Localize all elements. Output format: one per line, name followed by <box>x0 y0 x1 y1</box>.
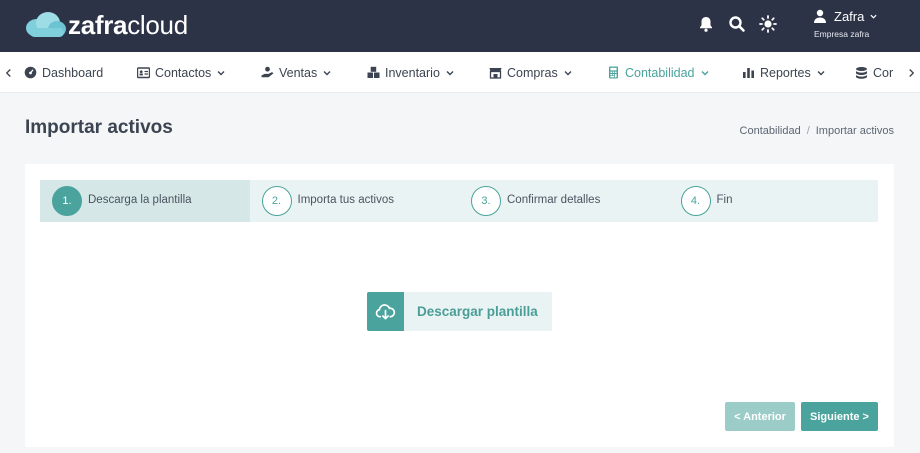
nav-item-label: Cor <box>873 65 894 80</box>
step-label: Confirmar detalles <box>507 194 601 206</box>
nav-item-label: Inventario <box>385 65 440 80</box>
step-number-badge: 2. <box>261 186 292 216</box>
download-template-label: Descargar plantilla <box>417 304 538 319</box>
nav-item-label: Contactos <box>155 65 212 80</box>
download-template-button[interactable]: Descargar plantilla <box>367 292 552 331</box>
wizard-step-1[interactable]: 1. Descarga la plantilla <box>40 180 250 222</box>
cloud-download-icon <box>375 304 396 320</box>
cloud-logo-icon <box>26 12 66 37</box>
user-company: Empresa zafra <box>814 29 870 39</box>
nav-item-compras[interactable]: Compras <box>489 52 572 92</box>
chevron-left-icon <box>5 68 11 77</box>
wizard-step-2[interactable]: 2. Importa tus activos <box>250 180 460 222</box>
contacts-icon <box>137 67 150 79</box>
user-name: Zafra <box>834 9 865 24</box>
step-number-badge: 4. <box>680 186 711 216</box>
calculator-icon <box>609 66 618 79</box>
chevron-down-icon <box>701 70 708 75</box>
chevron-down-icon <box>870 14 877 19</box>
dashboard-icon <box>24 66 37 79</box>
nav-item-contabilidad[interactable]: Contabilidad <box>607 52 709 92</box>
brand-name-bold: zafra <box>68 10 128 40</box>
search-icon[interactable] <box>727 14 747 34</box>
chevron-right-icon <box>908 68 914 77</box>
chart-icon <box>743 68 754 78</box>
inventory-icon <box>367 66 380 78</box>
step-number-badge: 3. <box>471 186 501 216</box>
wizard-steps: 1. Descarga la plantilla 2. Importa tus … <box>40 180 878 222</box>
nav-item-inventario[interactable]: Inventario <box>367 52 454 92</box>
chevron-down-icon <box>323 70 331 75</box>
nav-item-label: Reportes <box>760 65 811 80</box>
top-bar: zafracloud Zafra Empresa zafra <box>0 0 920 52</box>
nav-scroll-left-button[interactable] <box>0 52 16 92</box>
main-navigation: Dashboard Contactos Ventas Inventario Co… <box>0 52 920 93</box>
step-label: Fin <box>716 194 733 206</box>
chevron-down-icon <box>217 70 225 75</box>
nav-scroll-right-button[interactable] <box>902 52 920 92</box>
nav-item-reportes[interactable]: Reportes <box>742 52 825 92</box>
nav-item-dashboard[interactable]: Dashboard <box>24 52 104 92</box>
bell-icon[interactable] <box>696 14 716 34</box>
step-label: Descarga la plantilla <box>88 194 192 206</box>
breadcrumb-link-contabilidad[interactable]: Contabilidad <box>740 125 801 137</box>
breadcrumb-separator: / <box>806 125 810 137</box>
chevron-down-icon <box>446 70 454 75</box>
previous-button[interactable]: < Anterior <box>725 402 795 431</box>
download-icon-box <box>367 292 404 331</box>
user-icon <box>814 9 826 23</box>
step-label: Importa tus activos <box>297 194 395 206</box>
store-icon <box>489 68 502 79</box>
wizard-step-4[interactable]: 4. Fin <box>669 180 879 222</box>
chevron-down-icon <box>564 70 572 75</box>
next-button[interactable]: Siguiente > <box>801 402 878 431</box>
nav-item-configuracion[interactable]: Cor <box>855 52 894 92</box>
database-icon <box>856 67 867 79</box>
brand-logo[interactable]: zafracloud <box>24 9 188 41</box>
brand-name: zafracloud <box>68 9 188 41</box>
nav-item-label: Ventas <box>279 65 318 80</box>
page-title: Importar activos <box>25 117 173 138</box>
brand-name-light: cloud <box>127 10 188 40</box>
nav-item-label: Contabilidad <box>625 65 695 80</box>
breadcrumb: Contabilidad / Importar activos <box>740 125 894 137</box>
sun-icon[interactable] <box>758 14 778 34</box>
sales-icon <box>261 66 274 78</box>
nav-item-label: Compras <box>507 65 558 80</box>
user-menu[interactable]: Zafra Empresa zafra <box>812 8 912 44</box>
wizard-step-3[interactable]: 3. Confirmar detalles <box>459 180 669 222</box>
nav-item-label: Dashboard <box>42 65 104 80</box>
step-number-badge: 1. <box>52 186 82 216</box>
breadcrumb-current: Importar activos <box>815 125 894 137</box>
chevron-down-icon <box>817 70 825 75</box>
import-wizard-card: 1. Descarga la plantilla 2. Importa tus … <box>25 164 894 447</box>
nav-item-contactos[interactable]: Contactos <box>137 52 225 92</box>
nav-item-ventas[interactable]: Ventas <box>261 52 331 92</box>
